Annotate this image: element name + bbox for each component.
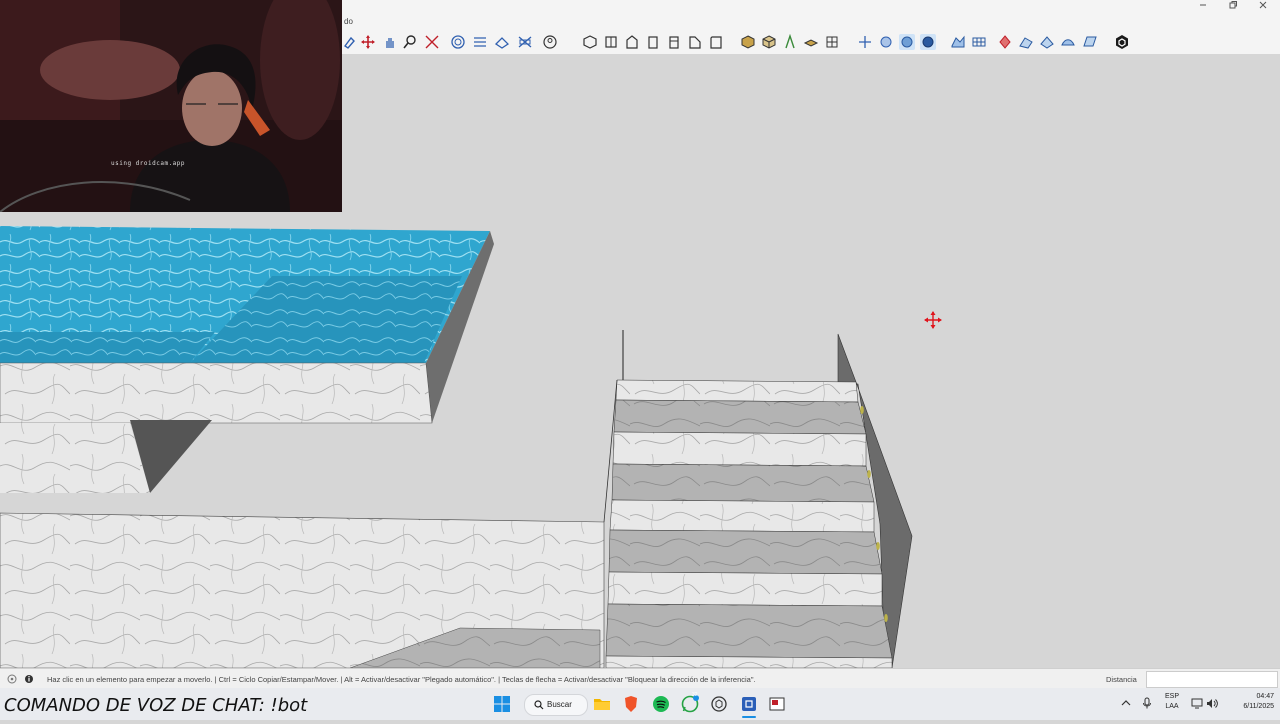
status-hint: Haz clic en un elemento para empezar a m… xyxy=(47,675,756,684)
search-label: Buscar xyxy=(547,700,572,709)
active-app-indicator xyxy=(742,716,756,718)
section-fill-icon[interactable] xyxy=(494,34,510,50)
move-icon[interactable] xyxy=(360,34,376,50)
webcam-overlay-text: using droidcam.app xyxy=(111,160,186,167)
top-view-icon[interactable] xyxy=(603,34,619,50)
maximize-button[interactable] xyxy=(1218,0,1248,14)
close-icon xyxy=(1259,1,1267,9)
status-bar: Haz clic en un elemento para empezar a m… xyxy=(0,668,1280,689)
stair-marker xyxy=(867,470,871,478)
pool xyxy=(0,226,605,668)
menu-bar-fragment[interactable]: do xyxy=(344,17,353,26)
zoom-icon[interactable] xyxy=(402,34,418,50)
stair-tread-4 xyxy=(607,571,883,607)
user-icon[interactable] xyxy=(542,34,558,50)
stair-riser-2 xyxy=(611,463,875,503)
clock-time: 04:47 xyxy=(1256,693,1274,700)
clock-date: 6/11/2025 xyxy=(1243,703,1274,710)
pool-front-wall xyxy=(0,362,433,424)
minimize-button[interactable] xyxy=(1188,0,1218,14)
layout-taskbar-icon[interactable] xyxy=(768,695,786,713)
close-button[interactable] xyxy=(1248,0,1278,14)
stair-riser-1 xyxy=(613,399,867,435)
webcam-overlay: using droidcam.app xyxy=(0,0,342,212)
volume-icon[interactable] xyxy=(1206,698,1218,709)
pool-water-ledge xyxy=(0,332,215,363)
left-view-icon[interactable] xyxy=(687,34,703,50)
taskbar-search[interactable]: Buscar xyxy=(524,694,588,716)
sketchup-taskbar-icon[interactable] xyxy=(740,695,758,713)
file-explorer-icon[interactable] xyxy=(593,695,611,713)
whatsapp-badge: 32 xyxy=(692,692,698,698)
stair-marker xyxy=(860,406,864,414)
webcam-feed xyxy=(0,0,342,212)
zoom-extents-icon[interactable] xyxy=(424,34,440,50)
pool-lower-step xyxy=(0,423,150,493)
textured-icon[interactable] xyxy=(824,34,840,50)
section-plane-icon[interactable] xyxy=(450,34,466,50)
xray-icon[interactable] xyxy=(740,34,756,50)
search-icon xyxy=(534,700,544,710)
stair-tread-5 xyxy=(605,655,893,668)
staircase xyxy=(603,330,913,668)
chat-command-banner: COMANDO DE VOZ DE CHAT: !bot xyxy=(4,695,308,716)
iso-view-icon[interactable] xyxy=(582,34,598,50)
language-indicator[interactable]: ESP LAA xyxy=(1160,692,1184,712)
main-toolbar xyxy=(342,30,1280,55)
section-cuts-icon[interactable] xyxy=(517,34,533,50)
distance-input[interactable] xyxy=(1146,671,1278,688)
smoove-icon[interactable] xyxy=(1060,34,1076,50)
bottom-view-icon[interactable] xyxy=(708,34,724,50)
position-camera-icon[interactable] xyxy=(878,34,894,50)
chatgpt-icon[interactable] xyxy=(710,695,728,713)
geolocation-icon[interactable] xyxy=(7,674,17,684)
minimize-icon xyxy=(1200,4,1206,6)
stair-riser-3 xyxy=(608,529,883,575)
display-section-icon[interactable] xyxy=(472,34,488,50)
flip-edge-icon[interactable] xyxy=(1039,34,1055,50)
microphone-icon[interactable] xyxy=(1142,697,1152,709)
windows-start-icon[interactable] xyxy=(493,695,511,713)
from-contours-icon[interactable] xyxy=(1082,34,1098,50)
sandbox-icon[interactable] xyxy=(950,34,966,50)
wireframe-icon[interactable] xyxy=(761,34,777,50)
move-cursor-icon xyxy=(924,311,942,329)
stair-marker xyxy=(884,614,888,622)
shaded-icon[interactable] xyxy=(803,34,819,50)
distance-label: Distancia xyxy=(1106,675,1137,684)
drape-icon[interactable] xyxy=(997,34,1013,50)
look-around-icon[interactable] xyxy=(920,34,936,50)
region-code: LAA xyxy=(1165,703,1179,710)
extension-icon[interactable] xyxy=(1114,34,1130,50)
walk-icon[interactable] xyxy=(899,34,915,50)
stair-tread-1 xyxy=(615,379,859,403)
back-view-icon[interactable] xyxy=(666,34,682,50)
clock[interactable]: 04:47 6/11/2025 xyxy=(1224,692,1274,712)
right-view-icon[interactable] xyxy=(645,34,661,50)
monochrome-icon[interactable] xyxy=(857,34,873,50)
network-icon[interactable] xyxy=(1191,698,1203,709)
front-view-icon[interactable] xyxy=(624,34,640,50)
info-icon[interactable] xyxy=(24,674,34,684)
brave-browser-icon[interactable] xyxy=(622,695,640,713)
add-detail-icon[interactable] xyxy=(1018,34,1034,50)
stair-marker xyxy=(876,542,880,550)
hidden-line-icon[interactable] xyxy=(782,34,798,50)
stamp-icon[interactable] xyxy=(971,34,987,50)
restore-icon xyxy=(1229,1,1237,9)
stair-tread-3 xyxy=(609,499,875,533)
language-code: ESP xyxy=(1164,693,1179,700)
paint-icon[interactable] xyxy=(342,34,358,50)
stair-riser-4 xyxy=(605,603,893,659)
stair-tread-2 xyxy=(612,431,867,467)
spotify-icon[interactable] xyxy=(652,695,670,713)
pan-icon[interactable] xyxy=(382,34,398,50)
chevron-up-icon[interactable] xyxy=(1121,699,1131,707)
